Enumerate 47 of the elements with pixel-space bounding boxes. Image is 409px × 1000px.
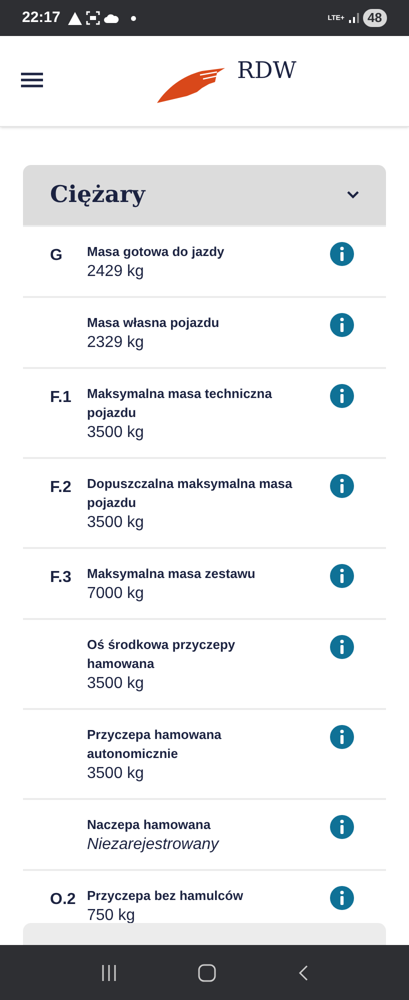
info-icon[interactable] (330, 313, 354, 337)
field-value: 3500 kg (87, 674, 144, 694)
field-value: 7000 kg (87, 584, 144, 604)
field-label: Maksymalna masa zestawu (87, 565, 256, 583)
screenshot-icon (86, 11, 100, 25)
field-code: F.3 (50, 569, 72, 586)
section-title: Ciężary (50, 180, 146, 210)
dot-icon (131, 16, 136, 20)
field-value: 3500 kg (87, 423, 144, 443)
field-label: Naczepa hamowana (87, 816, 211, 834)
feather-logo-icon (157, 68, 227, 103)
field-value: Niezarejestrowany (87, 835, 219, 855)
field-code: F.2 (50, 479, 72, 496)
recent-apps-icon[interactable] (100, 964, 117, 980)
info-icon[interactable] (330, 384, 354, 408)
field-label: Oś środkowa przyczepy hamowana (87, 636, 236, 673)
logo-text: RDW (237, 57, 296, 86)
field-value: 3500 kg (87, 513, 144, 533)
back-icon[interactable] (298, 964, 308, 980)
field-label: Przyczepa bez hamulców (87, 887, 244, 905)
field-code: F.1 (50, 389, 72, 406)
info-icon[interactable] (330, 725, 354, 749)
home-icon[interactable] (198, 964, 216, 982)
field-code: O.2 (50, 891, 76, 908)
field-value: 3500 kg (87, 764, 144, 784)
info-icon[interactable] (330, 635, 354, 659)
field-value: 2329 kg (87, 333, 144, 353)
signal-icon (348, 13, 359, 23)
field-label: Przyczepa hamowana autonomicznie (87, 726, 222, 763)
field-value: 2429 kg (87, 262, 144, 282)
chevron-icon[interactable] (347, 191, 359, 199)
field-label: Maksymalna masa techniczna pojazdu (87, 385, 273, 422)
warning-icon (68, 12, 82, 24)
field-label: Masa gotowa do jazdy (87, 243, 224, 261)
info-icon[interactable] (330, 474, 354, 498)
info-icon[interactable] (330, 564, 354, 588)
info-icon[interactable] (330, 242, 354, 266)
info-icon[interactable] (330, 886, 354, 910)
field-label: Masa własna pojazdu (87, 314, 220, 332)
battery-level: 48 (362, 9, 387, 27)
cloud-icon (104, 13, 120, 23)
field-value: 750 kg (87, 906, 136, 926)
status-time: 22:17 (22, 8, 60, 28)
field-label: Dopuszczalna maksymalna masa pojazdu (87, 475, 294, 512)
field-code: G (50, 247, 62, 264)
info-icon[interactable] (330, 815, 354, 839)
menu-icon[interactable] (21, 72, 43, 88)
